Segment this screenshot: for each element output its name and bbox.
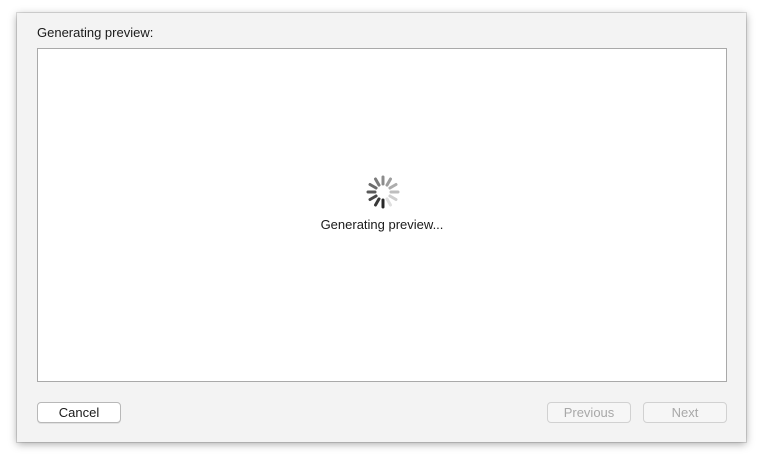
spinner-spoke [368,183,378,190]
preview-area: Generating preview... [37,48,727,382]
preview-dialog: Generating preview: Generating preview..… [17,13,746,442]
previous-button[interactable]: Previous [547,402,631,423]
spinner-spoke [385,177,392,187]
next-button[interactable]: Next [643,402,727,423]
cancel-button[interactable]: Cancel [37,402,121,423]
dialog-title: Generating preview: [37,25,154,40]
status-text: Generating preview... [320,217,444,232]
spinner-spoke [374,197,381,207]
activity-spinner-icon [366,175,400,209]
spinner-spoke [385,197,392,207]
spinner-spoke [388,183,398,190]
spinner-spoke [374,177,381,187]
spinner-spoke [368,194,378,201]
spinner-spoke [388,194,398,201]
